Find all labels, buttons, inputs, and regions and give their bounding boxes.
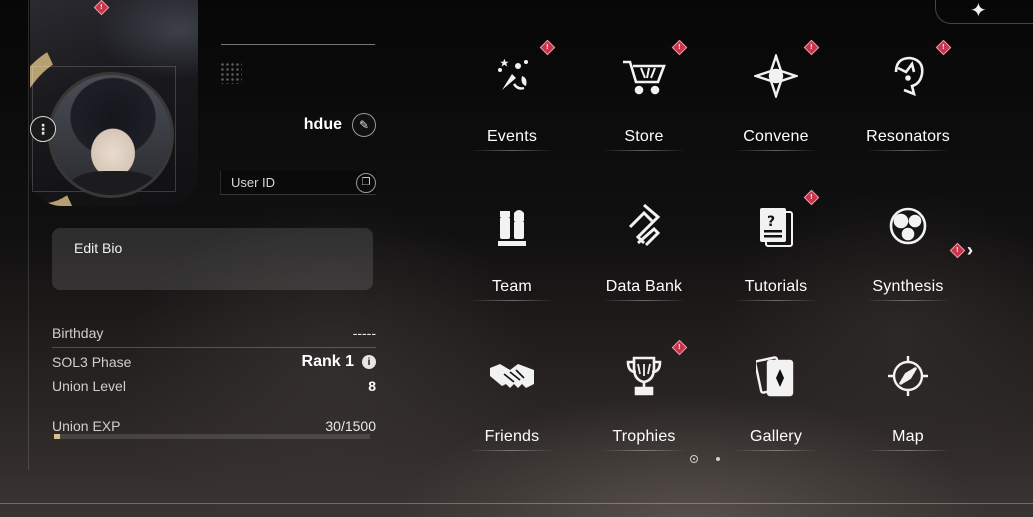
menu-underline	[601, 450, 687, 451]
birthday-label: Birthday	[52, 325, 104, 341]
menu-underline	[601, 300, 687, 301]
menu-item-store[interactable]: Store!	[578, 39, 710, 190]
menu-item-convene[interactable]: Convene!	[710, 39, 842, 190]
user-id-row: User ID ❐	[220, 171, 376, 195]
tutorial-doc-icon: ?	[748, 198, 804, 254]
menu-label: Events	[486, 128, 538, 145]
menu-row: Friends Trophies! Gallery Map	[446, 339, 974, 490]
copy-icon: ❐	[361, 177, 371, 188]
menu-label: Gallery	[749, 428, 803, 445]
menu-underline	[865, 150, 951, 151]
menu-underline	[733, 300, 819, 301]
page-dot[interactable]	[716, 457, 720, 461]
menu-label: Synthesis	[872, 278, 944, 295]
page-indicator	[690, 455, 720, 463]
birthday-value: -----	[352, 325, 376, 341]
next-page-button[interactable]: ! ››	[949, 240, 973, 261]
bio-placeholder: Edit Bio	[74, 240, 123, 256]
player-name: hdue	[303, 116, 342, 133]
menu-label: Team	[492, 278, 532, 295]
union-level-value: 8	[368, 378, 376, 394]
union-exp-bar	[54, 434, 370, 439]
menu-label: Friends	[484, 428, 540, 445]
bottom-rule	[0, 503, 1033, 504]
data-bank-icon	[616, 198, 672, 254]
alert-badge: !	[803, 189, 820, 206]
main-menu-grid: Events! Store! Convene! Resonators! Team Data…	[446, 39, 974, 490]
union-exp-fill	[54, 434, 61, 439]
menu-label: Tutorials	[744, 278, 808, 295]
menu-label: Map	[892, 428, 924, 445]
avatar[interactable]	[48, 72, 174, 198]
edit-name-button[interactable]: ✎	[352, 113, 376, 137]
menu-label: Convene	[743, 128, 809, 145]
menu-underline	[865, 450, 951, 451]
more-options-button[interactable]: ⋮	[30, 116, 56, 142]
alert-badge: !	[539, 39, 556, 56]
menu-label: Data Bank	[605, 278, 683, 295]
character-head-icon	[880, 48, 936, 104]
menu-item-friends[interactable]: Friends	[446, 340, 578, 490]
copy-uid-button[interactable]: ❐	[356, 172, 376, 193]
edit-bio-field[interactable]: Edit Bio	[52, 228, 373, 290]
menu-underline	[733, 450, 819, 451]
cart-icon	[616, 48, 672, 104]
compass-star-icon	[748, 48, 804, 104]
menu-item-data-bank[interactable]: Data Bank	[578, 190, 710, 340]
menu-underline	[469, 300, 555, 301]
menu-underline	[601, 150, 687, 151]
union-exp-label: Union EXP	[52, 418, 121, 434]
union-exp-value: 30/1500	[325, 418, 376, 434]
union-level-label: Union Level	[52, 378, 126, 394]
menu-label: Trophies	[612, 428, 676, 445]
menu-item-events[interactable]: Events!	[446, 39, 578, 190]
chess-pieces-icon	[484, 198, 540, 254]
menu-item-resonators[interactable]: Resonators!	[842, 39, 974, 190]
menu-item-synthesis[interactable]: Synthesis	[842, 190, 974, 340]
menu-underline	[469, 450, 555, 451]
menu-item-map[interactable]: Map	[842, 340, 974, 490]
name-row: hdue ✎	[220, 112, 376, 138]
info-icon[interactable]: i	[362, 355, 376, 369]
menu-underline	[469, 150, 555, 151]
menu-row: Events! Store! Convene! Resonators!	[446, 39, 974, 190]
phase-label: SOL3 Phase	[52, 354, 132, 370]
profile-stats: Birthday ----- SOL3 Phase Rank 1 i Union…	[52, 321, 376, 438]
phase-value-wrap: Rank 1 i	[302, 353, 376, 371]
alert-badge: !	[803, 39, 820, 56]
page-dot[interactable]	[690, 455, 698, 463]
phase-value: Rank 1	[301, 353, 354, 370]
fireworks-icon	[484, 48, 540, 104]
menu-label: Store	[624, 128, 664, 145]
pencil-icon: ✎	[358, 118, 370, 132]
cards-icon	[748, 348, 804, 404]
synthesis-icon	[880, 198, 936, 254]
close-star-icon[interactable]: ✦	[970, 0, 987, 23]
menu-underline	[733, 150, 819, 151]
alert-badge: !	[671, 339, 688, 356]
next-page-badge: !	[949, 242, 966, 259]
alert-badge: !	[671, 39, 688, 56]
header-rule	[221, 44, 375, 45]
menu-item-gallery[interactable]: Gallery	[710, 340, 842, 490]
stat-phase: SOL3 Phase Rank 1 i	[52, 350, 376, 374]
svg-text:?: ?	[767, 214, 775, 230]
menu-row: Team Data Bank? Tutorials! Synthesis	[446, 189, 974, 340]
avatar-collar	[69, 171, 159, 195]
map-compass-icon	[880, 348, 936, 404]
menu-item-tutorials[interactable]: ? Tutorials!	[710, 189, 842, 340]
menu-underline	[865, 300, 951, 301]
trophy-icon	[616, 348, 672, 404]
dot-grid-decor	[220, 62, 242, 84]
alert-badge: !	[935, 39, 952, 56]
menu-item-team[interactable]: Team	[446, 190, 578, 340]
decor-line	[28, 0, 29, 470]
user-id-label: User ID	[231, 175, 276, 190]
menu-label: Resonators	[866, 128, 950, 145]
handshake-icon	[484, 348, 540, 404]
stat-divider	[52, 347, 376, 348]
stat-union-level: Union Level 8	[52, 374, 376, 398]
stat-birthday: Birthday -----	[52, 321, 376, 345]
menu-item-trophies[interactable]: Trophies!	[578, 339, 710, 490]
